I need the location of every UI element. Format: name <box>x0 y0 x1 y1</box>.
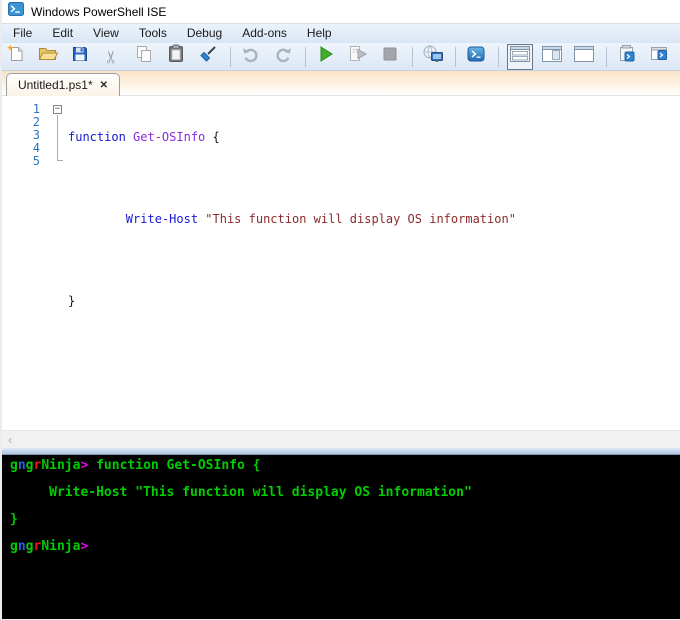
window-title: Windows PowerShell ISE <box>31 5 166 19</box>
toolbar-separator <box>412 47 413 67</box>
string-literal: "This function will display OS informati… <box>198 212 516 226</box>
console-line-4: gngrNinja> <box>10 540 680 554</box>
save-floppy-icon <box>70 44 90 69</box>
menu-view[interactable]: View <box>83 24 129 43</box>
code-line-2 <box>68 172 516 185</box>
prompt-char: g <box>10 458 18 473</box>
undo-arrow-icon <box>241 44 261 69</box>
console-blank-line <box>10 473 680 487</box>
menu-addons[interactable]: Add-ons <box>232 24 297 43</box>
toolbar: ✂ <box>2 43 680 71</box>
scroll-left-arrow-icon[interactable]: ‹ <box>8 433 12 446</box>
console-line-3: } <box>10 513 680 527</box>
toolbar-separator <box>230 47 231 67</box>
toolbar-separator <box>305 47 306 67</box>
paste-clipboard-icon <box>166 44 186 69</box>
toolbar-separator <box>606 47 607 67</box>
code-fold-toggle[interactable]: − <box>53 105 62 114</box>
tab-close-icon[interactable]: ✕ <box>100 80 108 91</box>
prompt-char: g <box>10 539 18 554</box>
menu-file[interactable]: File <box>3 24 42 43</box>
console-input-text: function Get-OSInfo { <box>88 458 260 473</box>
cut-scissors-icon: ✂ <box>102 49 122 63</box>
paste-button[interactable] <box>165 45 187 69</box>
tab-label: Untitled1.ps1* <box>18 78 93 92</box>
code-line-4 <box>68 254 516 267</box>
new-script-icon <box>6 44 26 69</box>
script-tab-bar: Untitled1.ps1* ✕ <box>2 71 680 96</box>
show-script-pane-top-button[interactable] <box>507 44 533 70</box>
code-line-3: Write-Host "This function will display O… <box>68 213 516 226</box>
layout-top-icon <box>510 46 530 67</box>
toolbar-separator <box>498 47 499 67</box>
powershell-app-icon <box>8 1 24 22</box>
redo-button[interactable] <box>272 45 294 69</box>
title-bar: Windows PowerShell ISE <box>2 0 680 24</box>
pane-splitter-handle[interactable] <box>2 448 680 455</box>
menu-debug[interactable]: Debug <box>177 24 232 43</box>
editor-horizontal-scrollbar[interactable]: ‹ <box>2 430 680 448</box>
tab-untitled1[interactable]: Untitled1.ps1* ✕ <box>6 73 120 96</box>
function-name: Get-OSInfo <box>126 130 205 144</box>
console-line-1: gngrNinja> function Get-OSInfo { <box>10 459 680 473</box>
code-line-5: } <box>68 295 516 308</box>
console-blank-line <box>10 500 680 514</box>
menu-tools[interactable]: Tools <box>129 24 177 43</box>
stop-square-icon <box>381 45 399 68</box>
remote-computer-icon <box>422 44 444 69</box>
console-pane[interactable]: gngrNinja> function Get-OSInfo { Write-H… <box>2 455 680 619</box>
addon-pane-ps-icon <box>649 44 669 69</box>
powershell-exe-icon <box>466 44 486 69</box>
open-brace: { <box>205 130 219 144</box>
code-text: function Get-OSInfo { Write-Host "This f… <box>68 103 516 336</box>
layout-right-icon <box>542 46 562 67</box>
show-script-pane-right-button[interactable] <box>541 45 563 69</box>
line-number-gutter: 1 2 3 4 5 <box>2 103 40 168</box>
powershell-addon-button-2[interactable] <box>648 45 670 69</box>
powershell-addon-button-1[interactable] <box>616 45 638 69</box>
prompt-name: Ninja <box>41 458 80 473</box>
console-blank-line <box>10 527 680 541</box>
console-line-2: Write-Host "This function will display O… <box>10 486 680 500</box>
new-script-button[interactable] <box>5 45 27 69</box>
line-number: 5 <box>2 155 40 168</box>
redo-arrow-icon <box>273 44 293 69</box>
code-line-1: function Get-OSInfo { <box>68 131 516 144</box>
powershell-ise-window: Windows PowerShell ISE File Edit View To… <box>0 0 680 620</box>
open-folder-icon <box>37 44 59 69</box>
run-selection-icon <box>347 44 369 69</box>
save-button[interactable] <box>69 45 91 69</box>
prompt-char: n <box>18 458 26 473</box>
console-input-text: Write-Host "This function will display O… <box>10 485 472 500</box>
prompt-gt: > <box>80 539 88 554</box>
menu-edit[interactable]: Edit <box>42 24 83 43</box>
squeegee-icon <box>198 44 218 69</box>
script-editor-pane[interactable]: 1 2 3 4 5 − function Get-OSInfo { Write-… <box>2 96 680 430</box>
cmdlet-write-host: Write-Host <box>68 212 198 226</box>
open-script-button[interactable] <box>37 45 59 69</box>
console-input-text: } <box>10 512 18 527</box>
prompt-char: n <box>18 539 26 554</box>
keyword-function: function <box>68 130 126 144</box>
undo-button[interactable] <box>240 45 262 69</box>
copy-button[interactable] <box>133 45 155 69</box>
clear-console-pane-button[interactable] <box>197 45 219 69</box>
prompt-name: Ninja <box>41 539 80 554</box>
menu-help[interactable]: Help <box>297 24 342 43</box>
addon-window-ps-icon <box>617 44 637 69</box>
layout-maximized-icon <box>574 46 594 67</box>
code-fold-guide-line <box>57 115 63 161</box>
copy-icon <box>134 44 154 69</box>
show-script-pane-maximized-button[interactable] <box>573 45 595 69</box>
toolbar-separator <box>455 47 456 67</box>
cut-button[interactable]: ✂ <box>101 45 123 69</box>
menu-bar: File Edit View Tools Debug Add-ons Help <box>2 24 680 43</box>
run-play-icon <box>317 45 335 68</box>
stop-operation-button[interactable] <box>379 45 401 69</box>
run-selection-button[interactable] <box>347 45 369 69</box>
run-script-button[interactable] <box>315 45 337 69</box>
new-remote-powershell-tab-button[interactable] <box>422 45 444 69</box>
close-brace: } <box>68 294 75 308</box>
start-powershell-exe-button[interactable] <box>465 45 487 69</box>
